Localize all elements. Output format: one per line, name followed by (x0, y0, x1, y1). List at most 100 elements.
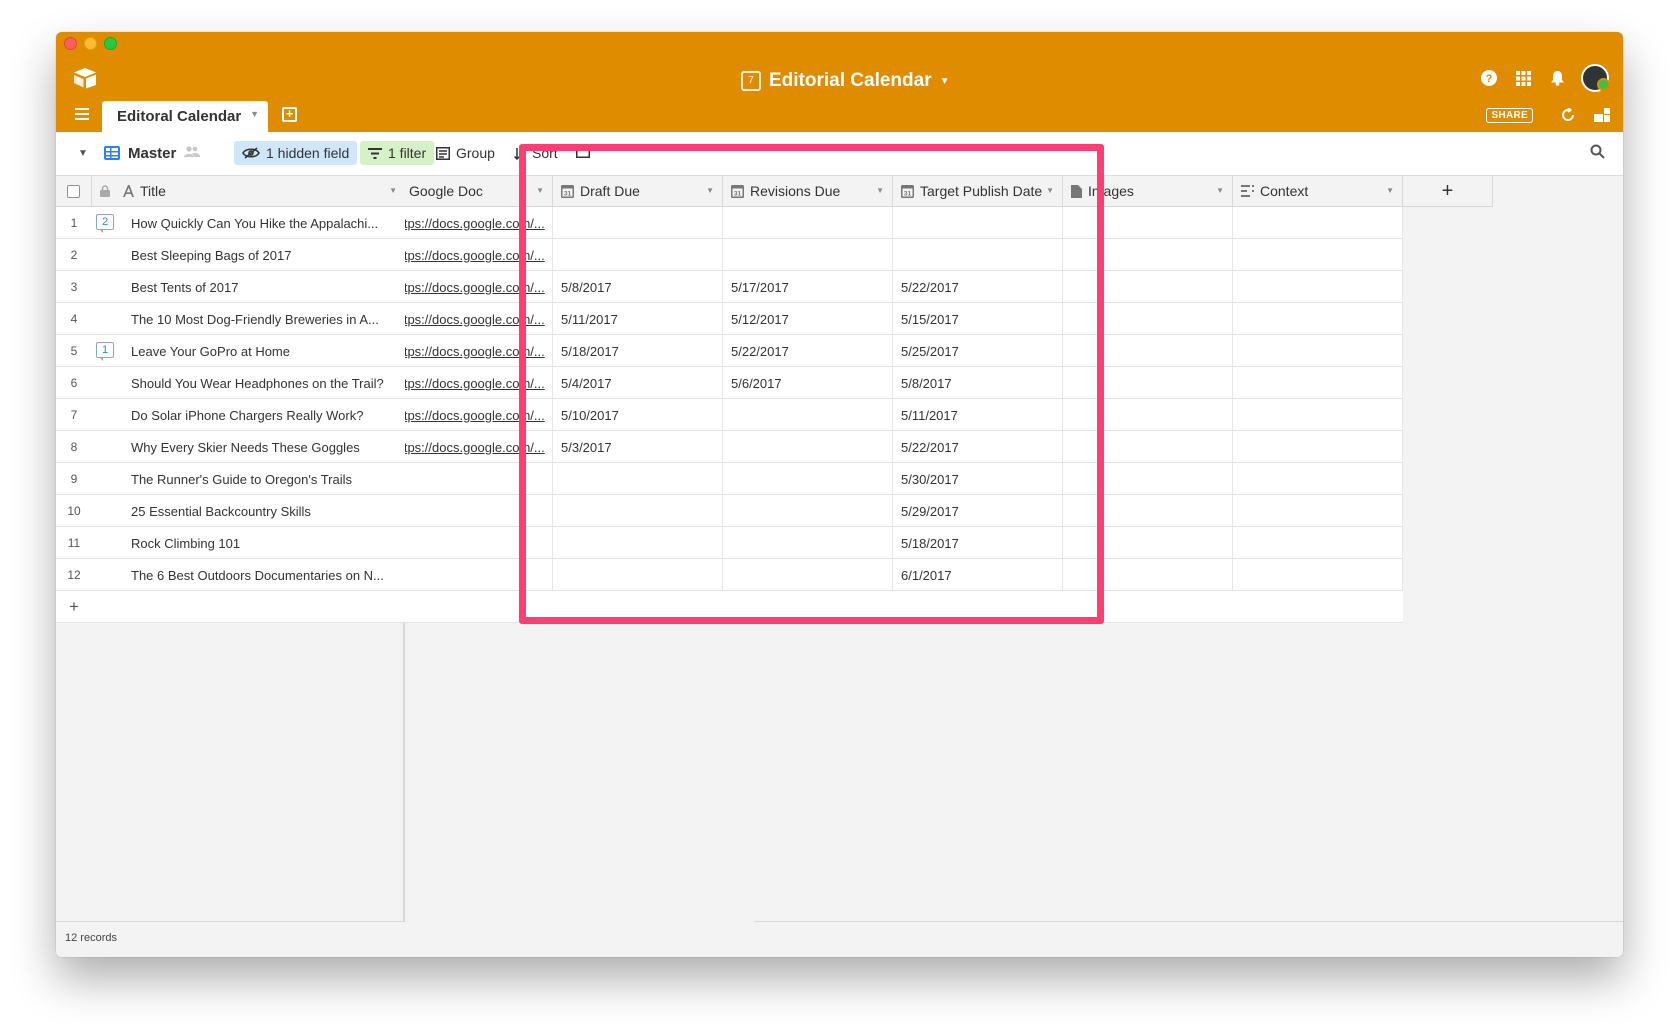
google-doc-cell[interactable] (405, 559, 553, 591)
table-row[interactable]: https://docs.google.com/... 5/4/2017 5/6/2… (405, 367, 1403, 399)
context-cell[interactable] (1233, 463, 1403, 495)
revisions-due-cell[interactable]: 5/12/2017 (723, 303, 893, 335)
target-publish-date-cell[interactable]: 5/18/2017 (893, 527, 1063, 559)
context-cell[interactable] (1233, 431, 1403, 463)
draft-due-cell[interactable]: 5/4/2017 (553, 367, 723, 399)
apps-grid-icon[interactable] (1513, 68, 1533, 88)
column-header-title[interactable]: Title ▼ (92, 176, 405, 207)
google-doc-cell[interactable]: https://docs.google.com/... (405, 303, 553, 335)
images-cell[interactable] (1063, 527, 1233, 559)
target-publish-date-cell[interactable]: 5/22/2017 (893, 431, 1063, 463)
chevron-down-icon[interactable]: ▼ (1216, 186, 1224, 195)
target-publish-date-cell[interactable] (893, 239, 1063, 271)
title-cell[interactable]: Rock Climbing 101 (131, 527, 403, 559)
column-header-google-doc[interactable]: Google Doc ▼ (405, 176, 553, 207)
title-cell[interactable]: Best Sleeping Bags of 2017 (131, 239, 403, 271)
table-row[interactable]: https://docs.google.com/... (405, 207, 1403, 239)
search-button[interactable] (1590, 141, 1605, 165)
google-doc-cell[interactable]: https://docs.google.com/... (405, 207, 553, 239)
google-doc-link[interactable]: https://docs.google.com/... (405, 248, 545, 263)
revisions-due-cell[interactable] (723, 527, 893, 559)
column-header-images[interactable]: Images ▼ (1063, 176, 1233, 207)
tab-editorial-calendar[interactable]: Editoral Calendar ▼ (102, 101, 268, 132)
google-doc-link[interactable]: https://docs.google.com/... (405, 440, 545, 455)
google-doc-link[interactable]: https://docs.google.com/... (405, 280, 545, 295)
images-cell[interactable] (1063, 559, 1233, 591)
group-button[interactable]: Group (436, 141, 495, 165)
more-view-options-button[interactable] (576, 141, 590, 165)
revisions-due-cell[interactable] (723, 463, 893, 495)
revisions-due-cell[interactable]: 5/17/2017 (723, 271, 893, 303)
draft-due-cell[interactable] (553, 495, 723, 527)
chevron-down-icon[interactable]: ▼ (1046, 186, 1054, 195)
add-field-button[interactable]: + (1403, 176, 1493, 207)
revisions-due-cell[interactable] (723, 207, 893, 239)
revisions-due-cell[interactable] (723, 399, 893, 431)
context-cell[interactable] (1233, 239, 1403, 271)
google-doc-cell[interactable]: https://docs.google.com/... (405, 367, 553, 399)
title-cell[interactable]: How Quickly Can You Hike the Appalachi..… (131, 207, 403, 239)
add-record-row[interactable]: + (56, 591, 405, 623)
help-icon[interactable]: ? (1479, 68, 1499, 88)
close-window-button[interactable] (64, 37, 77, 50)
context-cell[interactable] (1233, 559, 1403, 591)
add-table-button[interactable]: + (282, 107, 297, 122)
table-row[interactable]: 8 Why Every Skier Needs These Goggles (56, 431, 405, 463)
filter-button[interactable]: 1 filter (360, 141, 435, 165)
title-cell[interactable]: Best Tents of 2017 (131, 271, 403, 303)
draft-due-cell[interactable] (553, 207, 723, 239)
revisions-due-cell[interactable]: 5/22/2017 (723, 335, 893, 367)
table-row[interactable]: https://docs.google.com/... 5/3/2017 5/22/… (405, 431, 1403, 463)
user-avatar[interactable] (1581, 64, 1610, 92)
context-cell[interactable] (1233, 207, 1403, 239)
table-row[interactable]: https://docs.google.com/... (405, 239, 1403, 271)
target-publish-date-cell[interactable]: 5/11/2017 (893, 399, 1063, 431)
images-cell[interactable] (1063, 431, 1233, 463)
sort-button[interactable]: Sort (514, 141, 558, 165)
target-publish-date-cell[interactable]: 5/22/2017 (893, 271, 1063, 303)
google-doc-cell[interactable]: https://docs.google.com/... (405, 335, 553, 367)
context-cell[interactable] (1233, 527, 1403, 559)
revisions-due-cell[interactable] (723, 559, 893, 591)
draft-due-cell[interactable] (553, 239, 723, 271)
add-record-row[interactable] (405, 591, 1403, 623)
revisions-due-cell[interactable] (723, 239, 893, 271)
table-row[interactable]: 5/18/2017 (405, 527, 1403, 559)
google-doc-cell[interactable] (405, 463, 553, 495)
context-cell[interactable] (1233, 271, 1403, 303)
google-doc-cell[interactable]: https://docs.google.com/... (405, 399, 553, 431)
notifications-bell-icon[interactable] (1547, 68, 1567, 88)
hidden-fields-button[interactable]: 1 hidden field (234, 141, 358, 165)
table-row[interactable]: 6/1/2017 (405, 559, 1403, 591)
context-cell[interactable] (1233, 303, 1403, 335)
title-cell[interactable]: Leave Your GoPro at Home (131, 335, 403, 367)
draft-due-cell[interactable]: 5/8/2017 (553, 271, 723, 303)
google-doc-link[interactable]: https://docs.google.com/... (405, 312, 545, 327)
draft-due-cell[interactable] (553, 559, 723, 591)
chevron-down-icon[interactable]: ▼ (1386, 186, 1394, 195)
airtable-logo-icon[interactable] (72, 67, 98, 89)
draft-due-cell[interactable]: 5/11/2017 (553, 303, 723, 335)
column-header-draft-due[interactable]: 31 Draft Due ▼ (553, 176, 723, 207)
column-header-target-publish-date[interactable]: 31 Target Publish Date ▼ (893, 176, 1063, 207)
view-list-toggle-icon[interactable]: ▼ (78, 141, 88, 165)
base-title-dropdown[interactable]: 7 Editorial Calendar ▼ (741, 66, 950, 96)
images-cell[interactable] (1063, 399, 1233, 431)
draft-due-cell[interactable]: 5/3/2017 (553, 431, 723, 463)
table-row[interactable]: 12 The 6 Best Outdoors Documentaries on N… (56, 559, 405, 591)
target-publish-date-cell[interactable]: 5/15/2017 (893, 303, 1063, 335)
blocks-icon[interactable] (1593, 106, 1611, 124)
google-doc-link[interactable]: https://docs.google.com/... (405, 216, 545, 231)
context-cell[interactable] (1233, 399, 1403, 431)
images-cell[interactable] (1063, 271, 1233, 303)
table-row[interactable]: 3 Best Tents of 2017 (56, 271, 405, 303)
table-row[interactable]: 2 Best Sleeping Bags of 2017 (56, 239, 405, 271)
table-row[interactable]: https://docs.google.com/... 5/11/2017 5/12… (405, 303, 1403, 335)
images-cell[interactable] (1063, 207, 1233, 239)
images-cell[interactable] (1063, 367, 1233, 399)
images-cell[interactable] (1063, 239, 1233, 271)
draft-due-cell[interactable]: 5/10/2017 (553, 399, 723, 431)
table-row[interactable]: 10 25 Essential Backcountry Skills (56, 495, 405, 527)
draft-due-cell[interactable] (553, 527, 723, 559)
table-row[interactable]: 5/30/2017 (405, 463, 1403, 495)
